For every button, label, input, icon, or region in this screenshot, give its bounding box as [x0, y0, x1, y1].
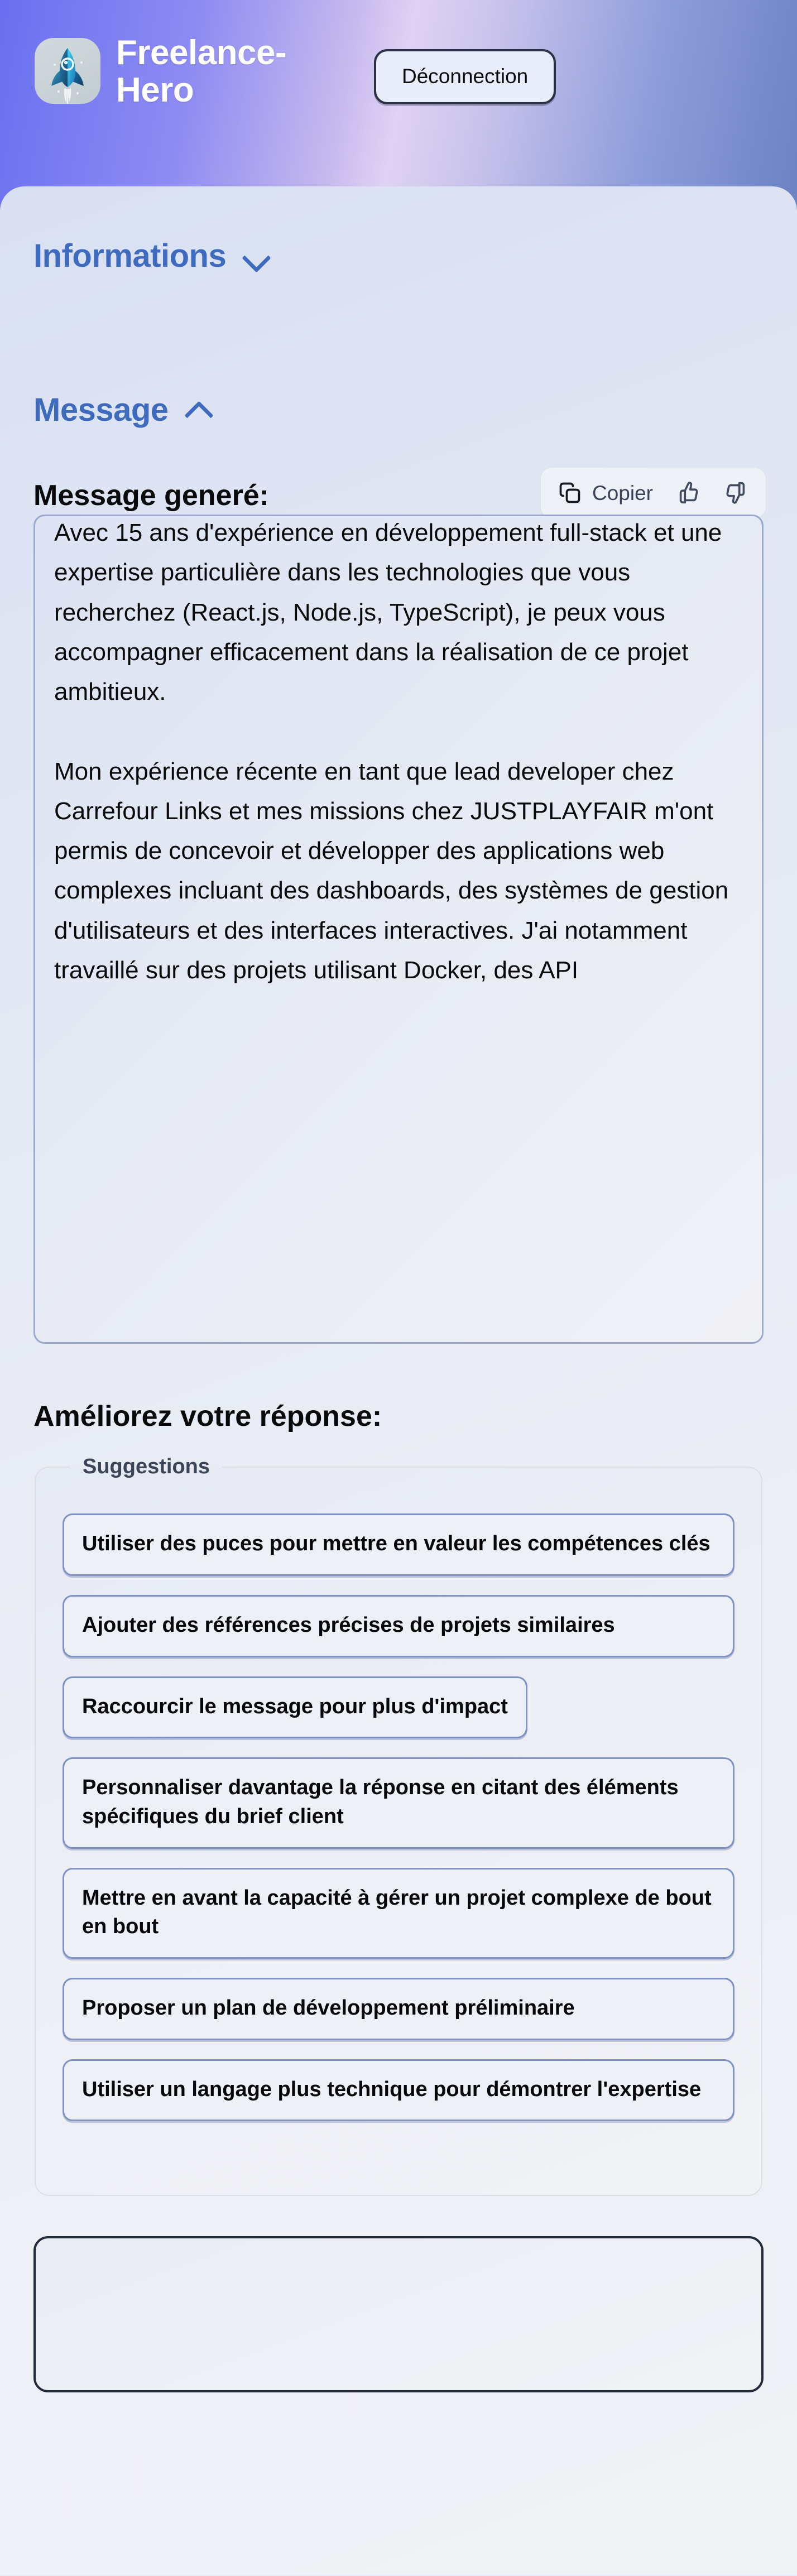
suggestion-button[interactable]: Personnaliser davantage la réponse en ci… — [63, 1757, 734, 1849]
section-toggle-informations[interactable]: Informations — [33, 240, 764, 272]
section-toggle-message[interactable]: Message — [33, 394, 764, 426]
improve-response-title: Améliorez votre réponse: — [33, 1400, 382, 1433]
thumbs-up-icon — [675, 480, 701, 506]
brand: Freelance-Hero — [35, 33, 328, 109]
section-title-informations: Informations — [33, 238, 227, 274]
chevron-down-icon — [243, 243, 268, 269]
list-item: Personnaliser davantage la réponse en ci… — [63, 1757, 734, 1849]
list-item: Ajouter des références précises de proje… — [63, 1594, 734, 1657]
thumbs-up-button[interactable] — [675, 480, 701, 506]
response-editor-box[interactable] — [33, 2236, 764, 2393]
suggestion-button[interactable]: Utiliser des puces pour mettre en valeur… — [63, 1513, 734, 1576]
list-item: Proposer un plan de développement prélim… — [63, 1977, 734, 2040]
thumbs-down-button[interactable] — [723, 480, 749, 506]
suggestion-button[interactable]: Mettre en avant la capacité à gérer un p… — [63, 1867, 734, 1959]
suggestion-button[interactable]: Raccourcir le message pour plus d'impact — [63, 1676, 527, 1739]
suggestions-list: Utiliser des puces pour mettre en valeur… — [63, 1513, 734, 2122]
logout-button[interactable]: Déconnection — [374, 49, 556, 104]
list-item: Mettre en avant la capacité à gérer un p… — [63, 1867, 734, 1959]
copy-button-label: Copier — [592, 481, 653, 504]
rocket-icon — [35, 38, 100, 104]
list-item: Utiliser des puces pour mettre en valeur… — [63, 1513, 734, 1576]
generated-message-text: Avec 15 ans d'expérience en développemen… — [54, 519, 729, 984]
list-item: Raccourcir le message pour plus d'impact — [63, 1676, 734, 1739]
copy-button[interactable]: Copier — [558, 480, 653, 505]
suggestions-legend: Suggestions — [83, 1455, 210, 1479]
main-content: Informations Message Message generé: Cop… — [0, 186, 797, 2575]
thumbs-down-icon — [723, 480, 749, 506]
brand-name: Freelance-Hero — [116, 33, 287, 109]
message-toolbar: Copier — [540, 467, 767, 519]
copy-icon — [558, 480, 582, 505]
section-title-message: Message — [33, 392, 169, 428]
generated-message-label: Message generé: — [33, 479, 269, 512]
list-item: Utiliser un langage plus technique pour … — [63, 2059, 734, 2122]
suggestion-button[interactable]: Ajouter des références précises de proje… — [63, 1594, 734, 1657]
suggestions-fieldset: Suggestions Utiliser des puces pour mett… — [35, 1455, 762, 2197]
chevron-up-icon — [185, 397, 211, 423]
app-header: Freelance-Hero Déconnection — [0, 0, 797, 213]
generated-message-header: Message generé: Copier — [33, 467, 767, 519]
suggestion-button[interactable]: Proposer un plan de développement prélim… — [63, 1977, 734, 2040]
suggestion-button[interactable]: Utiliser un langage plus technique pour … — [63, 2059, 734, 2122]
generated-message-textarea[interactable]: Avec 15 ans d'expérience en développemen… — [33, 515, 764, 1344]
